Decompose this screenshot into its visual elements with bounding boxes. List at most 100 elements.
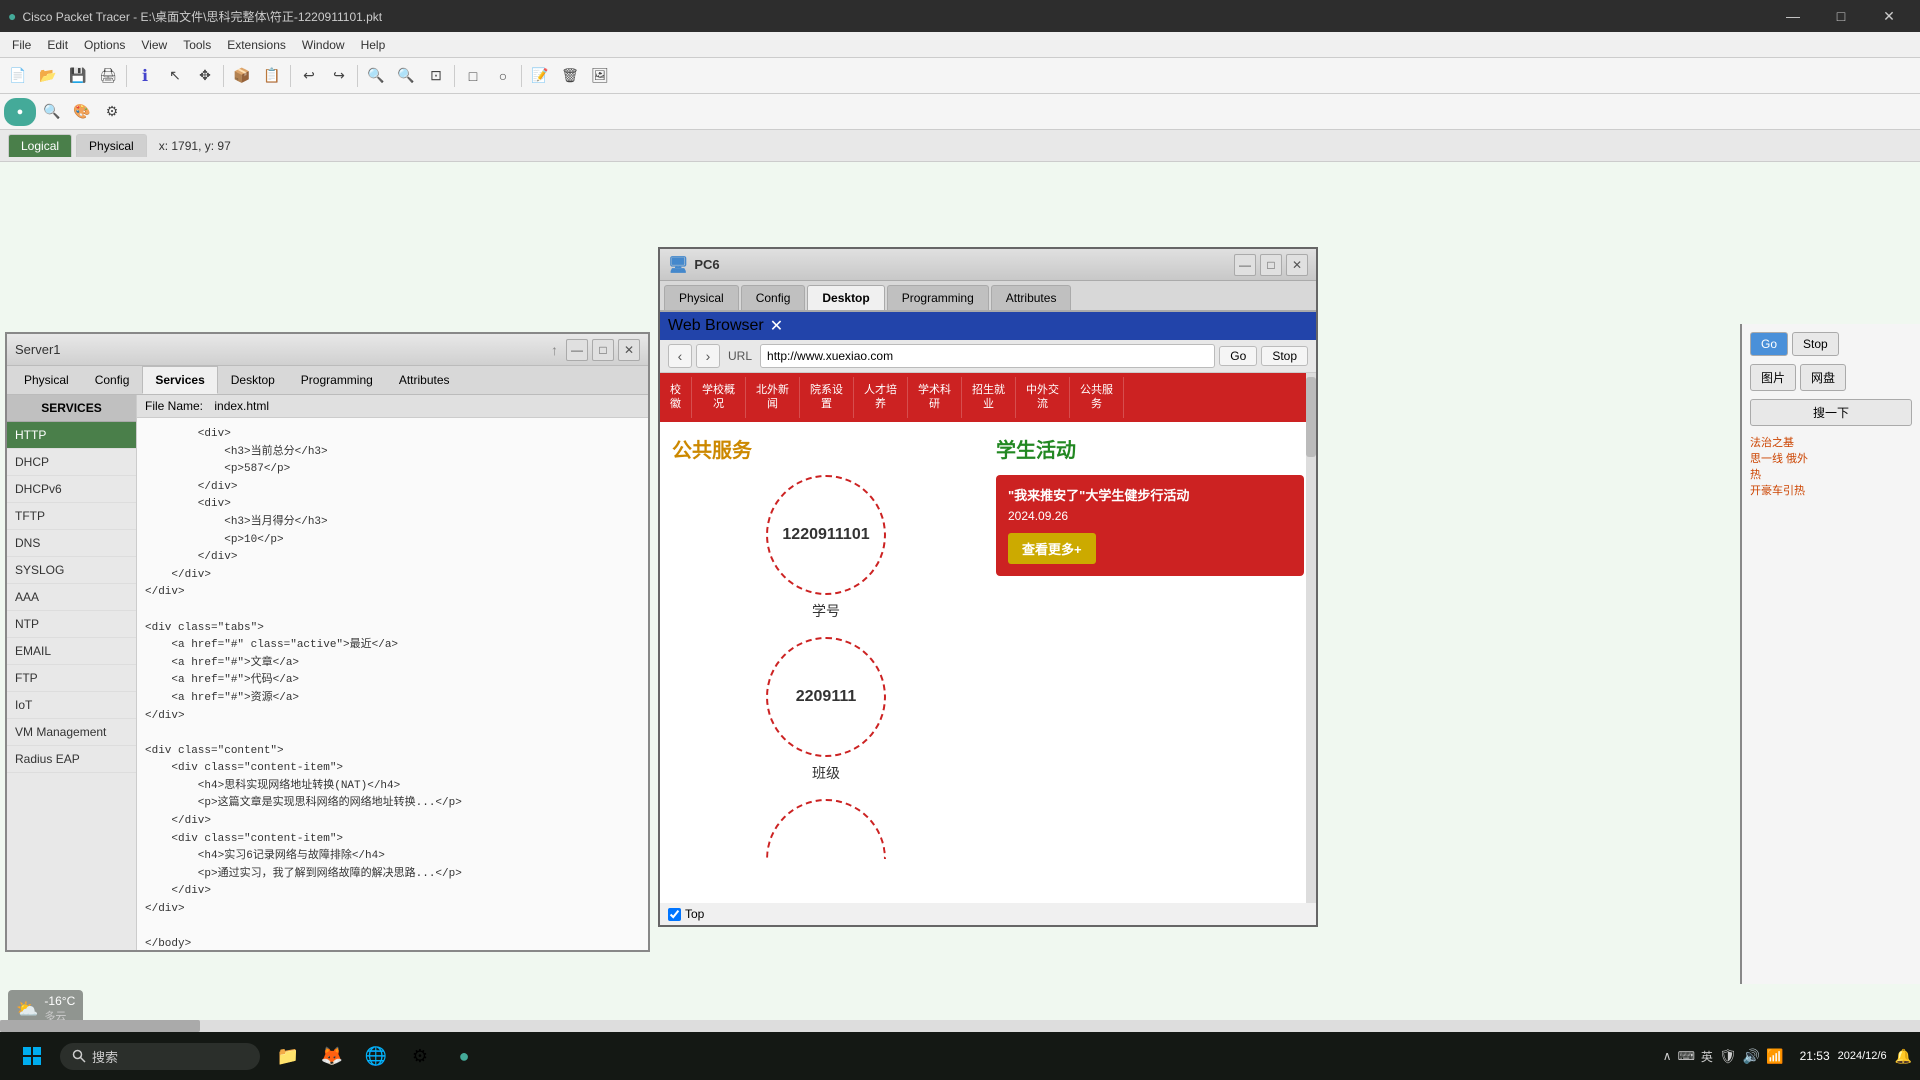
menu-options[interactable]: Options xyxy=(76,36,133,54)
taskbar-icon-explorer[interactable]: 📁 xyxy=(268,1036,308,1076)
url-input[interactable] xyxy=(760,344,1215,368)
nav-news[interactable]: 北外新闻 xyxy=(746,377,800,418)
service-aaa[interactable]: AAA xyxy=(7,584,136,611)
menu-help[interactable]: Help xyxy=(353,36,394,54)
open-file-button[interactable]: 📂 xyxy=(34,62,62,90)
panel-search-button[interactable]: 搜一下 xyxy=(1750,399,1912,426)
menu-extensions[interactable]: Extensions xyxy=(219,36,294,54)
new-file-button[interactable]: 📄 xyxy=(4,62,32,90)
undo-button[interactable]: ↩ xyxy=(295,62,323,90)
pc6-tab-attributes[interactable]: Attributes xyxy=(991,285,1072,310)
maximize-button[interactable]: □ xyxy=(1818,0,1864,32)
rect-tool[interactable]: □ xyxy=(459,62,487,90)
notification-icon[interactable]: 🔔 xyxy=(1895,1048,1912,1065)
service-dhcpv6[interactable]: DHCPv6 xyxy=(7,476,136,503)
nav-research[interactable]: 学术科研 xyxy=(908,377,962,418)
start-button[interactable] xyxy=(8,1032,56,1080)
zoom-out-button[interactable]: 🔍 xyxy=(392,62,420,90)
nav-talent[interactable]: 人才培养 xyxy=(854,377,908,418)
nav-exchange[interactable]: 中外交流 xyxy=(1016,377,1070,418)
pc6-tab-programming[interactable]: Programming xyxy=(887,285,989,310)
activity-more-button[interactable]: 查看更多+ xyxy=(1008,533,1096,564)
tray-arrow-icon[interactable]: ∧ xyxy=(1663,1049,1672,1063)
nav-stop-button[interactable]: Stop xyxy=(1261,346,1308,366)
move-tool[interactable]: ✥ xyxy=(191,62,219,90)
website-scrollbar[interactable] xyxy=(1306,373,1316,903)
nav-admissions[interactable]: 招生就业 xyxy=(962,377,1016,418)
redo-button[interactable]: ↪ xyxy=(325,62,353,90)
service-syslog[interactable]: SYSLOG xyxy=(7,557,136,584)
image-tool[interactable]: 🖼 xyxy=(586,62,614,90)
server1-minimize[interactable]: — xyxy=(566,339,588,361)
nav-back-button[interactable]: ‹ xyxy=(668,344,692,368)
clock-widget[interactable]: 21:53 2024/12/6 xyxy=(1800,1049,1887,1063)
component-button[interactable]: ⚙ xyxy=(98,98,126,126)
ellipse-tool[interactable]: ○ xyxy=(489,62,517,90)
pc6-tab-config[interactable]: Config xyxy=(741,285,806,310)
distribute-button[interactable]: 📋 xyxy=(258,62,286,90)
zoom-fit-button[interactable]: ⊡ xyxy=(422,62,450,90)
save-file-button[interactable]: 💾 xyxy=(64,62,92,90)
delete-tool[interactable]: 🗑 xyxy=(556,62,584,90)
panel-stop-button[interactable]: Stop xyxy=(1792,332,1839,356)
search-mode-button[interactable]: 🔍 xyxy=(38,98,66,126)
print-button[interactable]: 🖨 xyxy=(94,62,122,90)
pc6-tab-desktop[interactable]: Desktop xyxy=(807,285,884,310)
menu-window[interactable]: Window xyxy=(294,36,353,54)
zoom-in-button[interactable]: 🔍 xyxy=(362,62,390,90)
code-editor[interactable]: <div> <h3>当前总分</h3> <p>587</p> </div> <d… xyxy=(137,418,648,950)
server1-tab-config[interactable]: Config xyxy=(82,366,143,394)
pc6-close[interactable]: ✕ xyxy=(1286,254,1308,276)
nav-logo[interactable]: 校徽 xyxy=(660,377,692,418)
pc6-maximize[interactable]: □ xyxy=(1260,254,1282,276)
service-radius[interactable]: Radius EAP xyxy=(7,746,136,773)
nav-departments[interactable]: 院系设置 xyxy=(800,377,854,418)
pointer-tool[interactable]: ↖ xyxy=(161,62,189,90)
canvas-scrollbar[interactable] xyxy=(0,1020,1920,1032)
server1-tab-services[interactable]: Services xyxy=(142,366,217,394)
server1-tab-physical[interactable]: Physical xyxy=(11,366,82,394)
top-checkbox[interactable] xyxy=(668,908,681,921)
service-iot[interactable]: IoT xyxy=(7,692,136,719)
menu-tools[interactable]: Tools xyxy=(175,36,219,54)
panel-disk-button[interactable]: 网盘 xyxy=(1800,364,1846,391)
taskbar-icon-settings[interactable]: ⚙ xyxy=(400,1036,440,1076)
server1-maximize[interactable]: □ xyxy=(592,339,614,361)
close-button[interactable]: ✕ xyxy=(1866,0,1912,32)
tab-logical[interactable]: Logical xyxy=(8,134,72,157)
menu-view[interactable]: View xyxy=(133,36,175,54)
menu-file[interactable]: File xyxy=(4,36,39,54)
select-mode-button[interactable]: ● xyxy=(4,98,36,126)
panel-go-button[interactable]: Go xyxy=(1750,332,1788,356)
minimize-button[interactable]: — xyxy=(1770,0,1816,32)
note-tool[interactable]: 📝 xyxy=(526,62,554,90)
palette-button[interactable]: 🎨 xyxy=(68,98,96,126)
pc6-tab-physical[interactable]: Physical xyxy=(664,285,739,310)
network-canvas[interactable]: Server1 ↑ — □ ✕ Physical Config Services… xyxy=(0,162,1920,1032)
server1-tab-programming[interactable]: Programming xyxy=(288,366,386,394)
service-dns[interactable]: DNS xyxy=(7,530,136,557)
service-ftp[interactable]: FTP xyxy=(7,665,136,692)
server1-tab-attributes[interactable]: Attributes xyxy=(386,366,463,394)
tab-physical[interactable]: Physical xyxy=(76,134,147,157)
service-vm[interactable]: VM Management xyxy=(7,719,136,746)
service-http[interactable]: HTTP xyxy=(7,422,136,449)
nav-about[interactable]: 学校概况 xyxy=(692,377,746,418)
nav-public[interactable]: 公共服务 xyxy=(1070,377,1124,418)
service-email[interactable]: EMAIL xyxy=(7,638,136,665)
bundle-button[interactable]: 📦 xyxy=(228,62,256,90)
browser-close-button[interactable]: ✕ xyxy=(764,314,789,338)
taskbar-icon-browser1[interactable]: 🦊 xyxy=(312,1036,352,1076)
server1-close[interactable]: ✕ xyxy=(618,339,640,361)
service-ntp[interactable]: NTP xyxy=(7,611,136,638)
info-button[interactable]: ℹ xyxy=(131,62,159,90)
nav-go-button[interactable]: Go xyxy=(1219,346,1257,366)
pc6-minimize[interactable]: — xyxy=(1234,254,1256,276)
taskbar-icon-cpt[interactable]: ● xyxy=(444,1036,484,1076)
taskbar-search[interactable]: 搜索 xyxy=(60,1043,260,1070)
nav-forward-button[interactable]: › xyxy=(696,344,720,368)
service-dhcp[interactable]: DHCP xyxy=(7,449,136,476)
panel-images-button[interactable]: 图片 xyxy=(1750,364,1796,391)
server1-tab-desktop[interactable]: Desktop xyxy=(218,366,288,394)
taskbar-icon-browser2[interactable]: 🌐 xyxy=(356,1036,396,1076)
